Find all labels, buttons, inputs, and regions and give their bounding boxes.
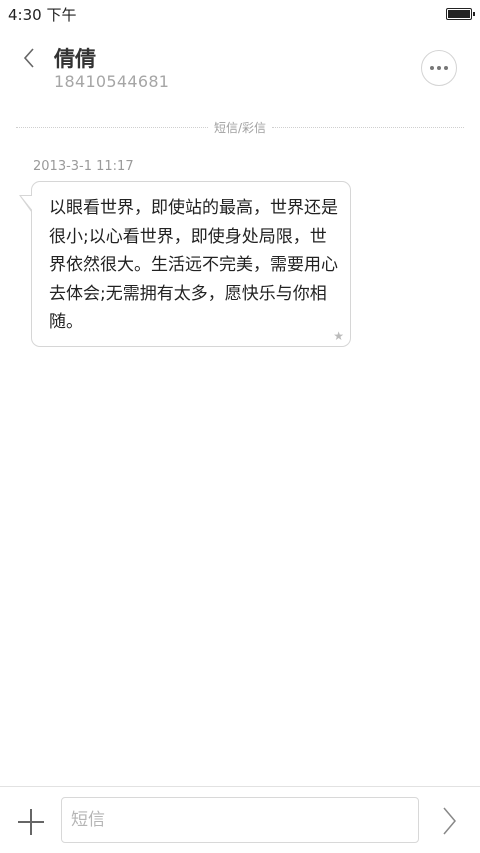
back-button[interactable] — [14, 44, 44, 72]
message-timestamp: 2013-3-1 11:17 — [33, 159, 134, 174]
message-text: 以眼看世界，即使站的最高，世界还是很小;以心看世界，即使身处局限，世界依然很大。… — [49, 198, 338, 332]
divider-line-right — [272, 126, 465, 128]
chevron-right-icon — [443, 807, 456, 835]
status-time: 4:30 下午 — [8, 6, 77, 24]
send-button[interactable] — [434, 805, 464, 837]
star-icon[interactable]: ★ — [333, 329, 344, 343]
sms-input[interactable] — [61, 797, 419, 843]
composer-bar — [0, 786, 480, 853]
message-type-divider: 短信/彩信 — [16, 118, 465, 136]
divider-line-left — [16, 126, 208, 128]
battery-full-icon — [446, 8, 475, 20]
status-bar: 4:30 下午 — [0, 0, 480, 26]
message-bubble[interactable]: 以眼看世界，即使站的最高，世界还是很小;以心看世界，即使身处局限，世界依然很大。… — [31, 181, 351, 347]
sms-conversation-screen: 4:30 下午 倩倩 18410544681 短信/彩信 2013-3-1 11… — [0, 0, 480, 853]
conversation-header: 倩倩 18410544681 — [0, 26, 480, 110]
plus-icon-stroke — [30, 809, 32, 835]
more-dots-icon — [430, 66, 434, 70]
bubble-tail-fill — [21, 196, 33, 211]
more-options-button[interactable] — [421, 50, 457, 86]
contact-name[interactable]: 倩倩 — [54, 43, 96, 73]
more-dot — [444, 66, 448, 70]
chevron-left-icon — [23, 48, 34, 68]
contact-number: 18410544681 — [54, 72, 170, 91]
divider-label: 短信/彩信 — [213, 120, 267, 135]
add-attachment-button[interactable] — [16, 807, 46, 837]
more-dot — [437, 66, 441, 70]
